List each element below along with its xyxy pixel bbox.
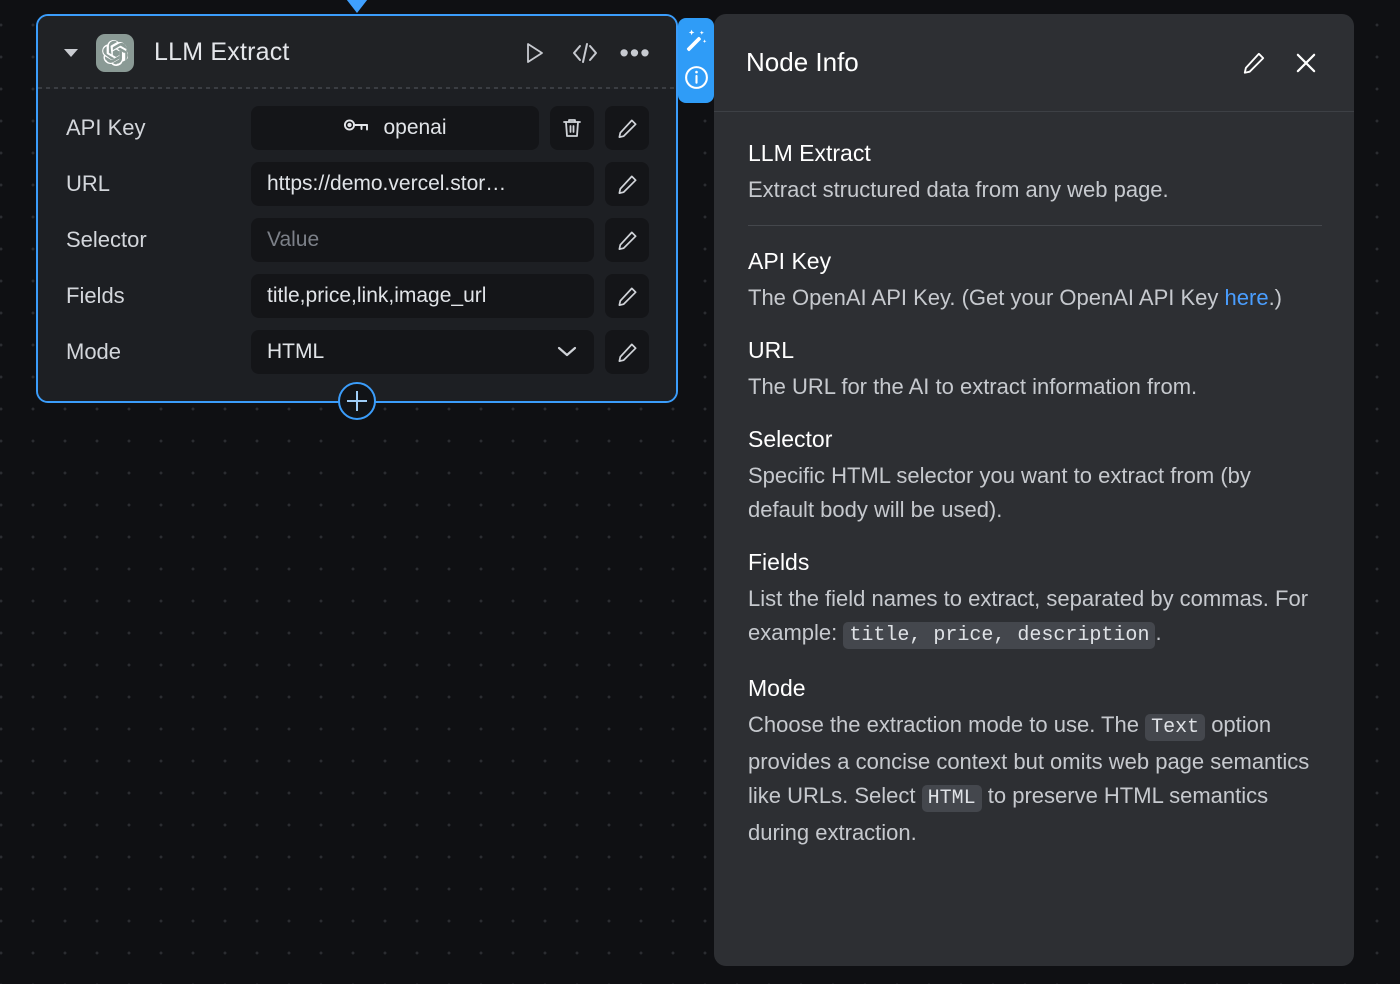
info-circle-icon[interactable] [683,64,710,91]
code-brackets-icon[interactable] [568,36,602,70]
selector-placeholder: Value [267,228,319,252]
info-heading: Mode [748,675,1322,702]
trash-icon[interactable] [550,106,594,150]
info-text: List the field names to extract, separat… [748,582,1322,653]
code-mode-text: Text [1145,714,1205,741]
code-fields-example: title, price, description [843,622,1155,649]
info-text: Extract structured data from any web pag… [748,173,1322,207]
page-title: Node Info [746,47,1220,78]
info-section-api-key: API Key The OpenAI API Key. (Get your Op… [748,248,1322,315]
field-label: API Key [66,115,251,141]
info-section-fields: Fields List the field names to extract, … [748,549,1322,653]
panel-body: LLM Extract Extract structured data from… [714,112,1354,896]
field-label: Fields [66,283,251,309]
api-key-value: openai [383,116,446,140]
pencil-icon[interactable] [605,162,649,206]
field-row-api-key: API Key openai [66,105,654,151]
info-text: The URL for the AI to extract informatio… [748,370,1322,404]
info-text-after: .) [1269,285,1282,310]
info-text: Specific HTML selector you want to extra… [748,459,1322,527]
pencil-icon[interactable] [605,106,649,150]
field-label: Selector [66,227,251,253]
ellipsis-icon[interactable]: ••• [618,36,652,70]
info-text-before: Choose the extraction mode to use. The [748,712,1145,737]
api-key-here-link[interactable]: here [1225,285,1269,310]
pencil-icon[interactable] [1236,45,1272,81]
field-row-url: URL https://demo.vercel.stor… [66,161,654,207]
pencil-icon[interactable] [605,274,649,318]
openai-logo-icon [96,34,134,72]
info-section-url: URL The URL for the AI to extract inform… [748,337,1322,404]
field-row-selector: Selector Value [66,217,654,263]
mode-select[interactable]: HTML [251,330,594,374]
panel-header: Node Info [714,14,1354,112]
close-icon[interactable] [1288,45,1324,81]
section-divider [748,225,1322,226]
magic-wand-icon[interactable] [683,28,709,54]
pencil-icon[interactable] [605,218,649,262]
info-heading: LLM Extract [748,140,1322,167]
info-heading: Fields [748,549,1322,576]
key-icon [343,116,369,140]
info-heading: URL [748,337,1322,364]
info-text-before: The OpenAI API Key. (Get your OpenAI API… [748,285,1225,310]
field-label: URL [66,171,251,197]
play-icon[interactable] [518,36,552,70]
node-header: LLM Extract ••• [38,16,676,89]
chevron-down-icon [556,340,578,364]
info-text-after: . [1155,620,1161,645]
info-heading: API Key [748,248,1322,275]
info-section-mode: Mode Choose the extraction mode to use. … [748,675,1322,850]
plus-icon[interactable] [338,382,376,420]
mode-value: HTML [267,340,324,364]
node-body: API Key openai [38,89,676,401]
field-row-fields: Fields title,price,link,image_url [66,273,654,319]
info-text: The OpenAI API Key. (Get your OpenAI API… [748,281,1322,315]
selector-input[interactable]: Value [251,218,594,262]
chevron-down-icon[interactable] [64,49,78,57]
workflow-canvas[interactable]: LLM Extract ••• API Key [0,0,1400,984]
field-row-mode: Mode HTML [66,329,654,375]
node-side-tab [678,18,714,103]
info-section-overview: LLM Extract Extract structured data from… [748,140,1322,207]
node-title: LLM Extract [154,38,502,67]
api-key-input[interactable]: openai [251,106,539,150]
url-input[interactable]: https://demo.vercel.stor… [251,162,594,206]
connector-arrow-icon [343,0,371,13]
node-info-panel: Node Info LLM Extract Extract structured… [714,14,1354,966]
llm-extract-node[interactable]: LLM Extract ••• API Key [36,14,678,403]
info-section-selector: Selector Specific HTML selector you want… [748,426,1322,527]
code-mode-html: HTML [922,785,982,812]
fields-input[interactable]: title,price,link,image_url [251,274,594,318]
pencil-icon[interactable] [605,330,649,374]
info-heading: Selector [748,426,1322,453]
info-text: Choose the extraction mode to use. The T… [748,708,1322,850]
field-label: Mode [66,339,251,365]
